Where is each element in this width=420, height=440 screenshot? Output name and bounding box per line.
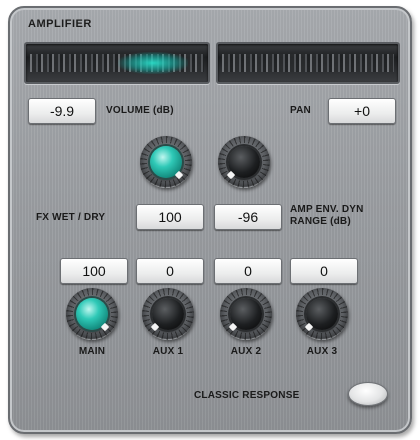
aux1-value-field[interactable]: 0 [136, 258, 204, 284]
pan-value-field[interactable]: +0 [328, 98, 396, 124]
aux3-label: AUX 3 [306, 346, 338, 357]
aux2-label: AUX 2 [230, 346, 262, 357]
fx-wet-dry-label: FX WET / DRY [36, 212, 106, 223]
amp-env-dyn-range-value-field[interactable]: -96 [214, 204, 282, 230]
volume-fader[interactable] [24, 42, 210, 84]
aux3-value-field[interactable]: 0 [290, 258, 358, 284]
fx-wet-dry-value-field[interactable]: 100 [136, 204, 204, 230]
fx-wet-dry-knob[interactable] [140, 136, 192, 188]
main-knob[interactable] [66, 288, 118, 340]
panel-title: AMPLIFIER [28, 18, 92, 30]
main-value-field[interactable]: 100 [60, 258, 128, 284]
aux1-label: AUX 1 [152, 346, 184, 357]
amp-env-dyn-range-label-line2: RANGE (dB) [290, 216, 351, 227]
aux3-knob[interactable] [296, 288, 348, 340]
volume-fader-handle[interactable] [118, 52, 188, 74]
aux1-knob[interactable] [142, 288, 194, 340]
volume-label: VOLUME (dB) [106, 105, 174, 116]
amplifier-panel: AMPLIFIER -9.9 VOLUME (dB) PAN +0 FX WET… [8, 6, 412, 434]
aux2-knob[interactable] [220, 288, 272, 340]
pan-fader[interactable] [216, 42, 400, 84]
main-label: MAIN [78, 346, 106, 357]
classic-response-label: CLASSIC RESPONSE [194, 390, 300, 401]
amp-env-dyn-range-label-line1: AMP ENV. DYN [290, 204, 364, 215]
amp-env-dyn-range-knob[interactable] [218, 136, 270, 188]
pan-label: PAN [290, 105, 311, 116]
classic-response-toggle[interactable] [348, 382, 388, 406]
volume-value-field[interactable]: -9.9 [28, 98, 96, 124]
aux2-value-field[interactable]: 0 [214, 258, 282, 284]
